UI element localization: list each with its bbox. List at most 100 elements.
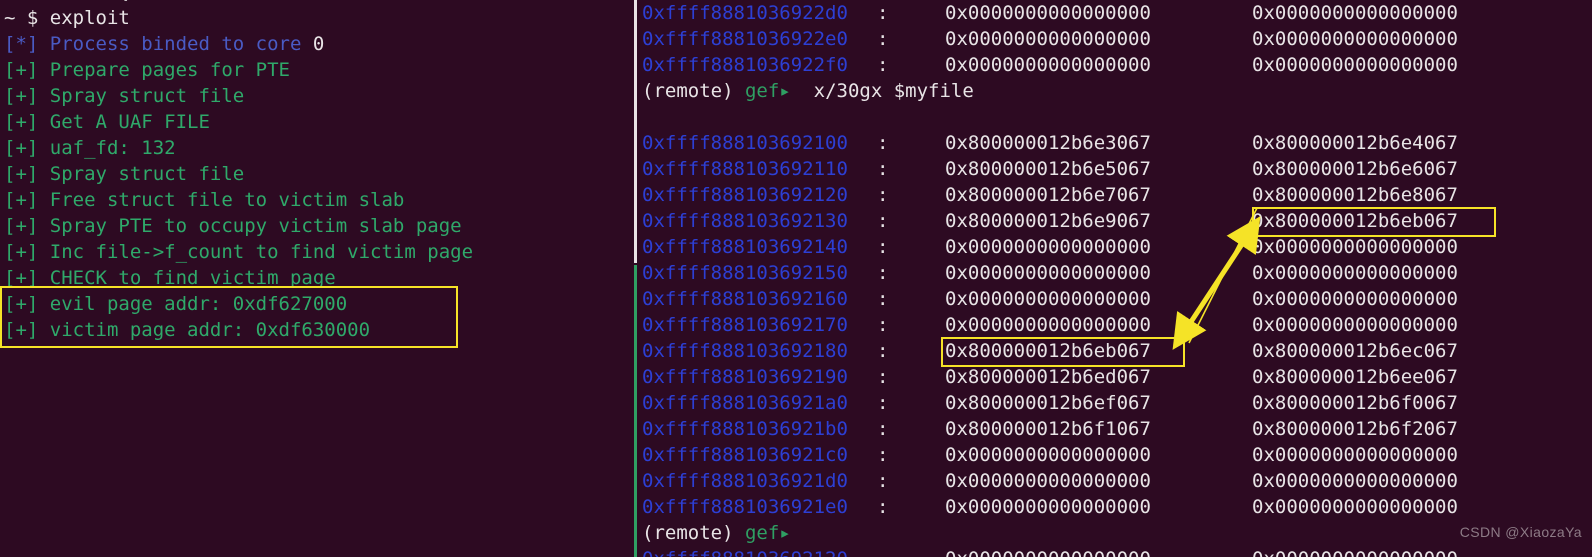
memory-word-1: 0x800000012b6ee067 xyxy=(1252,366,1458,388)
log-line-text: Inc file->f_count to find victim page xyxy=(49,241,474,263)
gef-prompt-line[interactable]: (remote) gef▸ xyxy=(642,520,791,546)
log-line-tag: [+] xyxy=(4,189,50,211)
log-line-text: CHECK to find victim page xyxy=(49,267,336,289)
log-line-text: Process binded to core xyxy=(49,33,313,55)
memory-dump-row: 0xffff8881036921d0: 0x0000000000000000 0x0… xyxy=(637,468,1592,494)
memory-address: 0xffff888103692160 xyxy=(642,288,848,310)
memory-word-1: 0x0000000000000000 xyxy=(1252,546,1458,557)
log-line: [+] Spray struct file xyxy=(4,161,244,187)
log-line-tag: [*] xyxy=(4,33,50,55)
memory-word-0: 0x800000012b6e9067 xyxy=(945,210,1151,232)
exploit-output-pane: v ~ $ exploit [*] Process binded to core… xyxy=(0,0,630,557)
memory-word-1: 0x0000000000000000 xyxy=(1252,2,1458,24)
memory-address: 0xffff888103692190 xyxy=(642,366,848,388)
address-colon: : xyxy=(877,262,889,284)
log-line-text: evil page addr: 0xdf627000 xyxy=(49,293,348,315)
memory-word-0: 0x0000000000000000 xyxy=(945,546,1151,557)
memory-word-1: 0x800000012b6e6067 xyxy=(1252,158,1458,180)
log-line: [+] Free struct file to victim slab xyxy=(4,187,404,213)
memory-word-0: 0x800000012b6ed067 xyxy=(945,366,1151,388)
shell-prompt-line: ~ $ exploit xyxy=(4,7,130,29)
address-colon: : xyxy=(877,132,889,154)
memory-dump-row: 0xffff8881036921a0: 0x800000012b6ef067 0x8… xyxy=(637,390,1592,416)
log-line-text: uaf_fd: 132 xyxy=(49,137,176,159)
log-line: [*] Process binded to core 0 xyxy=(4,31,324,57)
memory-word-0: 0x800000012b6eb067 xyxy=(945,340,1151,362)
memory-dump-row: 0xffff888103692190: 0x800000012b6ed067 0x8… xyxy=(637,364,1592,390)
log-line-tag: [+] xyxy=(4,85,50,107)
memory-word-1: 0x800000012b6e8067 xyxy=(1252,184,1458,206)
memory-address: 0xffff8881036921b0 xyxy=(642,418,848,440)
memory-word-1: 0x0000000000000000 xyxy=(1252,262,1458,284)
memory-word-0: 0x0000000000000000 xyxy=(945,470,1151,492)
memory-address: 0xffff888103692150 xyxy=(642,262,848,284)
memory-word-0: 0x0000000000000000 xyxy=(945,28,1151,50)
gef-label: gef xyxy=(744,80,780,102)
memory-word-1: 0x0000000000000000 xyxy=(1252,54,1458,76)
memory-word-0: 0x0000000000000000 xyxy=(945,288,1151,310)
memory-word-1: 0x800000012b6e4067 xyxy=(1252,132,1458,154)
memory-dump-row: 0xffff8881036921e0: 0x0000000000000000 0x0… xyxy=(637,494,1592,520)
memory-address: 0xffff888103692110 xyxy=(642,158,848,180)
log-line: [+] victim page addr: 0xdf630000 xyxy=(4,317,370,343)
log-line: [+] Get A UAF FILE xyxy=(4,109,210,135)
gef-prompt-arrow-icon: ▸ xyxy=(779,80,791,102)
memory-address: 0xffff888103692180 xyxy=(642,340,848,362)
memory-word-0: 0x0000000000000000 xyxy=(945,54,1151,76)
memory-word-1: 0x800000012b6eb067 xyxy=(1252,210,1458,232)
memory-dump-row: 0xffff8881036922e0: 0x0000000000000000 0x0… xyxy=(637,26,1592,52)
memory-dump-row: 0xffff888103692150: 0x0000000000000000 0x0… xyxy=(637,260,1592,286)
memory-dump-row: 0xffff8881036922f0: 0x0000000000000000 0x0… xyxy=(637,52,1592,78)
log-line: [+] Prepare pages for PTE xyxy=(4,57,290,83)
memory-dump-row: 0xffff888103692140: 0x0000000000000000 0x0… xyxy=(637,234,1592,260)
memory-word-0: 0x0000000000000000 xyxy=(945,262,1151,284)
csdn-watermark: CSDN @XiaozaYa xyxy=(1459,524,1582,540)
gef-prompt-context: (remote) xyxy=(642,522,734,544)
address-colon: : xyxy=(877,496,889,518)
memory-word-0: 0x0000000000000000 xyxy=(945,236,1151,258)
log-line-text: Spray struct file xyxy=(49,163,245,185)
gef-prompt-context: (remote) xyxy=(642,80,734,102)
memory-word-0: 0x800000012b6f1067 xyxy=(945,418,1151,440)
memory-address: 0xffff8881036921e0 xyxy=(642,496,848,518)
memory-word-0: 0x0000000000000000 xyxy=(945,2,1151,24)
log-line: [+] Spray struct file xyxy=(4,83,244,109)
log-line-tag: [+] xyxy=(4,293,50,315)
memory-dump-row: 0xffff8881036921c0: 0x0000000000000000 0x0… xyxy=(637,442,1592,468)
memory-dump-row: 0xffff888103692170: 0x0000000000000000 0x0… xyxy=(637,312,1592,338)
memory-word-1: 0x800000012b6f2067 xyxy=(1252,418,1458,440)
log-line-text: Free struct file to victim slab xyxy=(49,189,405,211)
memory-word-0: 0x800000012b6ef067 xyxy=(945,392,1151,414)
memory-address: 0xffff8881036922f0 xyxy=(642,54,848,76)
memory-address: 0xffff888103692170 xyxy=(642,314,848,336)
log-line: [+] CHECK to find victim page xyxy=(4,265,336,291)
address-colon: : xyxy=(877,210,889,232)
memory-dump-row: 0xffff888103692100: 0x800000012b6e3067 0x8… xyxy=(637,130,1592,156)
log-line: [+] uaf_fd: 132 xyxy=(4,135,176,161)
memory-address: 0xffff8881036921a0 xyxy=(642,392,848,414)
memory-dump-row: 0xffff888103692120: 0x800000012b6e7067 0x8… xyxy=(637,182,1592,208)
address-colon: : xyxy=(877,288,889,310)
log-line-text: Get A UAF FILE xyxy=(49,111,210,133)
memory-address: 0xffff888103692100 xyxy=(642,132,848,154)
log-line-text: Spray PTE to occupy victim slab page xyxy=(49,215,462,237)
address-colon: : xyxy=(877,418,889,440)
gef-command-text: x/30gx $myfile xyxy=(790,80,974,102)
memory-word-0: 0x0000000000000000 xyxy=(945,496,1151,518)
memory-address: 0xffff888103692140 xyxy=(642,236,848,258)
terminal-screenshot: v ~ $ exploit [*] Process binded to core… xyxy=(0,0,1592,557)
log-line: [+] Spray PTE to occupy victim slab page xyxy=(4,213,462,239)
memory-word-1: 0x0000000000000000 xyxy=(1252,470,1458,492)
address-colon: : xyxy=(877,470,889,492)
memory-dump-row: 0xffff8881036921b0: 0x800000012b6f1067 0x8… xyxy=(637,416,1592,442)
memory-word-0: 0x0000000000000000 xyxy=(945,444,1151,466)
memory-dump-row: 0xffff888103692130: 0x800000012b6e9067 0x8… xyxy=(637,208,1592,234)
gef-prompt-line[interactable]: (remote) gef▸ x/30gx $myfile xyxy=(642,78,974,104)
log-line-tag: [+] xyxy=(4,215,50,237)
log-line-text: victim page addr: 0xdf630000 xyxy=(49,319,371,341)
log-line-tag: [+] xyxy=(4,319,50,341)
address-colon: : xyxy=(877,314,889,336)
memory-word-0: 0x0000000000000000 xyxy=(945,314,1151,336)
memory-word-1: 0x0000000000000000 xyxy=(1252,28,1458,50)
memory-dump-row: 0xffff888103692160: 0x0000000000000000 0x0… xyxy=(637,286,1592,312)
